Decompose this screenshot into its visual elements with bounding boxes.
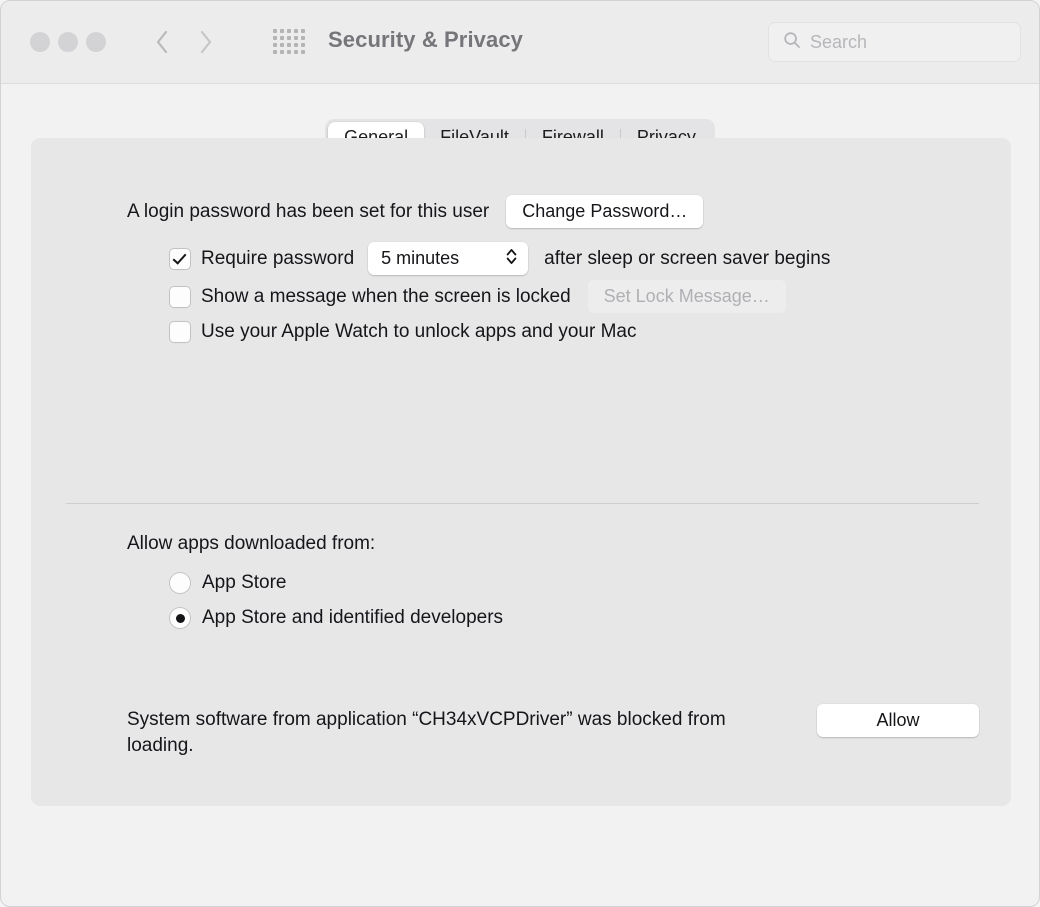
allow-apps-heading-row: Allow apps downloaded from:	[127, 533, 375, 555]
blocked-software-message: System software from application “CH34xV…	[127, 709, 726, 756]
search-placeholder: Search	[810, 31, 868, 52]
apple-watch-label: Use your Apple Watch to unlock apps and …	[201, 321, 637, 342]
traffic-lights	[30, 32, 106, 52]
allow-button[interactable]: Allow	[817, 704, 979, 737]
chevron-up-down-icon	[506, 247, 517, 270]
close-button[interactable]	[30, 32, 50, 52]
radio-app-store-label: App Store	[202, 572, 287, 593]
radio-app-store[interactable]	[170, 573, 190, 593]
password-status-text: A login password has been set for this u…	[127, 200, 490, 222]
lock-message-checkbox[interactable]	[170, 286, 190, 307]
window-titlebar: Security & Privacy Search	[1, 1, 1039, 84]
security-privacy-window: Security & Privacy Search General FileVa…	[0, 0, 1040, 907]
radio-app-store-identified-developers-label: App Store and identified developers	[202, 607, 504, 628]
show-all-icon[interactable]	[273, 29, 309, 57]
allow-apps-heading: Allow apps downloaded from:	[127, 533, 376, 554]
window-footer: Click the lock to prevent further change…	[1, 804, 1039, 906]
search-field[interactable]: Search	[768, 22, 1021, 62]
set-lock-message-button[interactable]: Set Lock Message…	[587, 280, 786, 313]
lock-message-label: Show a message when the screen is locked	[201, 285, 571, 307]
forward-icon[interactable]	[193, 23, 219, 61]
password-status-row: A login password has been set for this u…	[127, 195, 704, 228]
zoom-button[interactable]	[86, 32, 106, 52]
require-password-label: Require password	[201, 247, 355, 269]
require-password-row: Require password 5 minutes after sleep o…	[170, 242, 830, 275]
search-icon	[783, 31, 801, 54]
require-password-checkbox[interactable]	[170, 248, 190, 269]
require-password-interval-popup[interactable]: 5 minutes	[368, 242, 529, 275]
section-divider	[66, 503, 979, 504]
navigation-buttons	[149, 23, 219, 61]
apple-watch-row: Use your Apple Watch to unlock apps and …	[170, 321, 636, 343]
allow-apps-option-appstore[interactable]: App Store	[170, 572, 287, 594]
change-password-button[interactable]: Change Password…	[506, 195, 704, 228]
radio-app-store-identified-developers[interactable]	[170, 608, 190, 628]
require-password-interval-value: 5 minutes	[381, 248, 460, 268]
page-title: Security & Privacy	[328, 27, 524, 52]
lock-message-row: Show a message when the screen is locked…	[170, 280, 786, 313]
back-icon[interactable]	[149, 23, 175, 61]
general-settings-panel: A login password has been set for this u…	[31, 138, 1011, 806]
require-password-suffix-label: after sleep or screen saver begins	[544, 247, 831, 269]
apple-watch-checkbox[interactable]	[170, 322, 190, 342]
minimize-button[interactable]	[58, 32, 78, 52]
allow-apps-option-identified-developers[interactable]: App Store and identified developers	[170, 607, 503, 629]
